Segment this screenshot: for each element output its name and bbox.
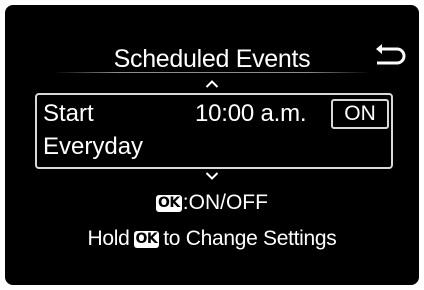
event-repeat: Everyday bbox=[43, 133, 144, 160]
hold-text: Hold bbox=[87, 227, 130, 250]
return-arrow-icon[interactable] bbox=[373, 43, 407, 69]
settings-hint: Hold OK to Change Settings bbox=[5, 226, 419, 252]
change-settings-text: to Change Settings bbox=[163, 227, 337, 250]
event-time: 10:00 a.m. bbox=[195, 100, 307, 127]
ok-button-icon: OK bbox=[156, 195, 182, 212]
scheduled-event-item[interactable]: Start 10:00 a.m. ON Everyday bbox=[35, 93, 393, 169]
ok-button-icon: OK bbox=[133, 231, 160, 248]
chevron-up-icon[interactable] bbox=[205, 79, 219, 89]
page-title: Scheduled Events bbox=[113, 45, 311, 73]
toggle-hint-text: :ON/OFF bbox=[182, 191, 268, 214]
camera-lcd-screen: Scheduled Events Start 10:00 a.m. ON Eve… bbox=[5, 5, 419, 285]
event-label: Start bbox=[43, 100, 94, 127]
chevron-down-icon[interactable] bbox=[205, 171, 219, 181]
toggle-hint: OK:ON/OFF bbox=[5, 190, 419, 216]
title-divider bbox=[53, 72, 371, 73]
event-on-off-toggle[interactable]: ON bbox=[331, 99, 389, 129]
